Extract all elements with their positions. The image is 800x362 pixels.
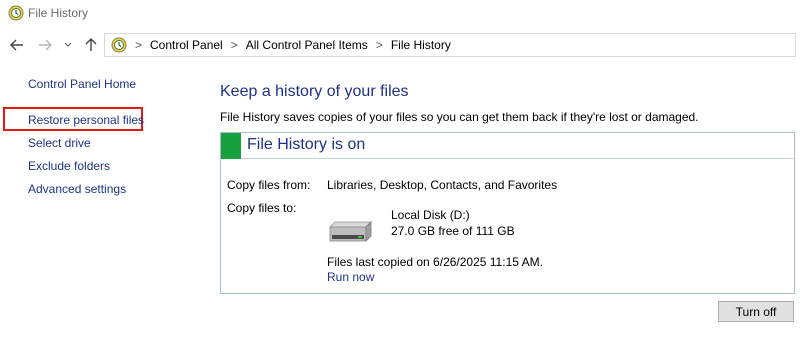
- run-now-link[interactable]: Run now: [327, 270, 374, 284]
- control-panel-home-link[interactable]: Control Panel Home: [28, 77, 136, 91]
- drive-name: Local Disk (D:): [391, 208, 470, 222]
- status-text: File History is on: [247, 136, 366, 153]
- address-bar[interactable]: > Control Panel > All Control Panel Item…: [104, 33, 796, 57]
- restore-personal-files-link[interactable]: Restore personal files: [28, 113, 144, 127]
- copy-to-label: Copy files to:: [227, 201, 297, 215]
- forward-button[interactable]: [36, 36, 54, 54]
- breadcrumb-file-history[interactable]: File History: [391, 38, 451, 52]
- recent-locations-button[interactable]: [62, 36, 74, 54]
- advanced-settings-link[interactable]: Advanced settings: [28, 182, 126, 196]
- file-history-icon: [8, 5, 24, 21]
- copy-from-label: Copy files from:: [227, 178, 311, 192]
- page-description: File History saves copies of your files …: [220, 110, 699, 124]
- status-indicator: [221, 133, 241, 159]
- hard-drive-icon: [329, 221, 372, 242]
- file-history-window: File History > Control Panel > All Contr…: [0, 0, 800, 362]
- page-title: Keep a history of your files: [220, 83, 409, 100]
- title-bar: File History: [0, 0, 800, 26]
- chevron-down-icon: [64, 42, 72, 47]
- left-pane: Control Panel Home Restore personal file…: [0, 60, 210, 360]
- drive-free-space: 27.0 GB free of 111 GB: [391, 224, 515, 238]
- breadcrumb-separator[interactable]: >: [376, 38, 383, 52]
- up-button[interactable]: [82, 36, 100, 54]
- file-history-icon: [111, 37, 127, 53]
- last-copied-text: Files last copied on 6/26/2025 11:15 AM.: [327, 255, 543, 269]
- copy-from-value: Libraries, Desktop, Contacts, and Favori…: [327, 178, 558, 192]
- arrow-left-icon: [10, 39, 23, 51]
- turn-off-button[interactable]: Turn off: [718, 301, 794, 322]
- breadcrumb-control-panel[interactable]: Control Panel: [150, 38, 223, 52]
- status-panel: File History is on Copy files from: Libr…: [220, 132, 795, 294]
- arrow-right-icon: [39, 39, 52, 51]
- breadcrumb-separator[interactable]: >: [135, 38, 142, 52]
- window-title: File History: [28, 6, 89, 20]
- status-header: File History is on: [221, 133, 794, 159]
- back-button[interactable]: [8, 36, 26, 54]
- breadcrumb-all-items[interactable]: All Control Panel Items: [246, 38, 368, 52]
- breadcrumb-separator[interactable]: >: [231, 38, 238, 52]
- navigation-bar: > Control Panel > All Control Panel Item…: [0, 30, 800, 60]
- arrow-up-icon: [85, 38, 97, 51]
- exclude-folders-link[interactable]: Exclude folders: [28, 159, 110, 173]
- select-drive-link[interactable]: Select drive: [28, 136, 91, 150]
